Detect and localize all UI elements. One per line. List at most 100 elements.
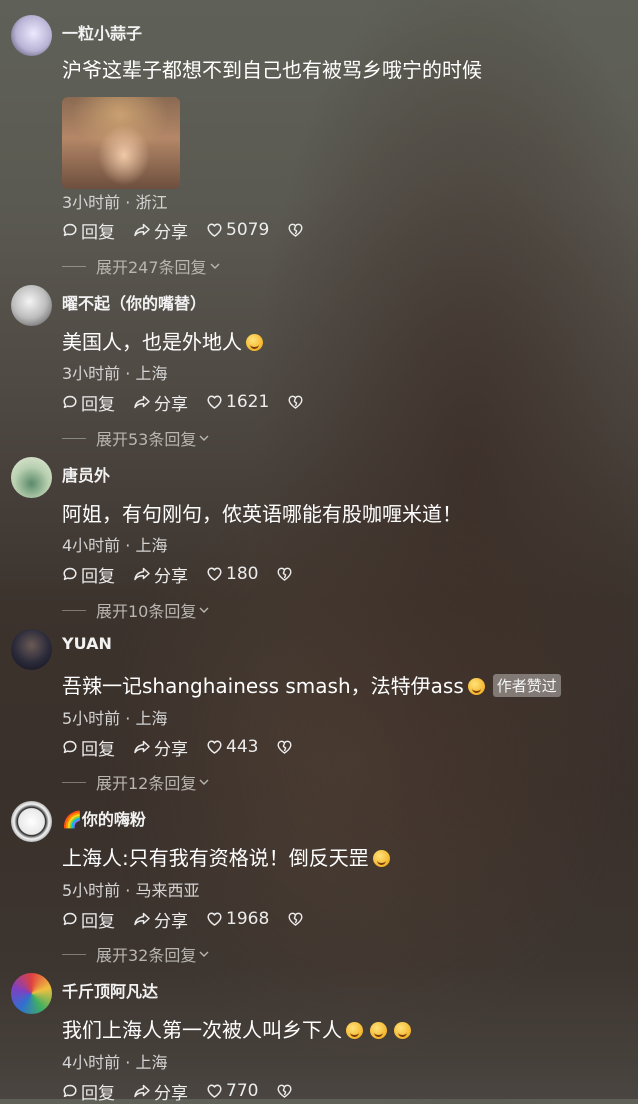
comment-text: 我们上海人第一次被人叫乡下人 xyxy=(62,1014,411,1043)
heart-icon xyxy=(207,912,222,926)
comment-text: 沪爷这辈子都想不到自己也有被骂乡哦宁的时候 xyxy=(62,58,482,82)
dislike-button[interactable] xyxy=(287,222,304,238)
username[interactable]: YUAN xyxy=(62,634,112,653)
comment-text-body: 美国人，也是外地人 xyxy=(62,330,242,354)
comment-actions: 回复 分享 1968 xyxy=(62,907,304,932)
like-button[interactable]: 5079 xyxy=(206,220,269,240)
share-label: 分享 xyxy=(154,394,188,415)
reply-button[interactable]: 回复 xyxy=(62,218,115,243)
share-icon xyxy=(134,567,150,581)
share-button[interactable]: 分享 xyxy=(133,390,188,415)
chevron-down-icon xyxy=(199,435,209,441)
reply-icon xyxy=(63,740,77,754)
dislike-button[interactable] xyxy=(276,739,293,755)
reply-label: 回复 xyxy=(81,911,115,932)
expand-replies[interactable]: 展开12条回复 xyxy=(62,770,210,794)
like-button[interactable]: 1968 xyxy=(206,909,269,929)
share-icon xyxy=(134,223,150,237)
author-liked-badge: 作者赞过 xyxy=(492,674,561,697)
reply-label: 回复 xyxy=(81,394,115,415)
username[interactable]: 千斤顶阿凡达 xyxy=(62,978,158,1002)
share-label: 分享 xyxy=(154,566,188,587)
comment-image[interactable] xyxy=(62,97,180,189)
expand-replies[interactable]: 展开53条回复 xyxy=(62,426,210,450)
heart-icon xyxy=(207,567,222,581)
chevron-down-icon xyxy=(199,951,209,957)
comment-text: 吾辣一记shanghainess smash，法特伊ass 作者赞过 xyxy=(62,670,561,699)
reply-button[interactable]: 回复 xyxy=(62,907,115,932)
divider-line xyxy=(62,265,86,267)
dislike-button[interactable] xyxy=(276,566,293,582)
share-label: 分享 xyxy=(154,1083,188,1104)
avatar[interactable] xyxy=(11,15,52,56)
like-button[interactable]: 180 xyxy=(206,564,258,584)
comment-actions: 回复 分享 1621 xyxy=(62,390,304,415)
comment-meta: 4小时前 · 上海 xyxy=(62,1053,168,1072)
share-label: 分享 xyxy=(154,911,188,932)
comment-text-body: 吾辣一记shanghainess smash，法特伊ass xyxy=(62,674,464,698)
like-count: 1968 xyxy=(226,909,270,929)
smile-emoji xyxy=(372,850,390,867)
laughing-emoji xyxy=(346,1022,363,1039)
expand-replies-label: 展开32条回复 xyxy=(96,946,197,965)
share-label: 分享 xyxy=(154,222,188,243)
comment-meta: 5小时前 · 上海 xyxy=(62,709,168,728)
avatar[interactable] xyxy=(11,285,52,326)
comment-meta: 4小时前 · 上海 xyxy=(62,536,168,555)
comment-text-body: 上海人:只有我有资格说！倒反天罡 xyxy=(62,846,369,870)
share-button[interactable]: 分享 xyxy=(133,907,188,932)
avatar[interactable] xyxy=(11,457,52,498)
like-count: 180 xyxy=(226,564,259,584)
divider-line xyxy=(62,437,86,439)
reply-icon xyxy=(63,395,77,409)
expand-replies[interactable]: 展开32条回复 xyxy=(62,942,210,966)
heart-icon xyxy=(207,223,222,237)
reply-button[interactable]: 回复 xyxy=(62,1079,115,1104)
username[interactable]: 曜不起（你的嘴替） xyxy=(62,290,206,314)
share-label: 分享 xyxy=(154,739,188,760)
comment-text: 美国人，也是外地人 xyxy=(62,326,263,355)
reply-icon xyxy=(63,912,77,926)
dislike-button[interactable] xyxy=(276,1083,293,1099)
broken-heart-icon xyxy=(288,912,303,926)
like-button[interactable]: 770 xyxy=(206,1081,258,1101)
expand-replies[interactable]: 展开247条回复 xyxy=(62,254,221,278)
like-button[interactable]: 443 xyxy=(206,737,258,757)
avatar[interactable] xyxy=(11,629,52,670)
chevron-down-icon xyxy=(210,263,220,269)
reply-icon xyxy=(63,1084,77,1098)
share-button[interactable]: 分享 xyxy=(133,735,188,760)
comment-text: 阿姐，有句刚句，侬英语哪能有股咖喱米道！ xyxy=(62,502,462,526)
expand-replies[interactable]: 展开10条回复 xyxy=(62,598,210,622)
like-button[interactable]: 1621 xyxy=(206,392,269,412)
comment-text-body: 我们上海人第一次被人叫乡下人 xyxy=(62,1018,342,1042)
broken-heart-icon xyxy=(277,1084,292,1098)
avatar[interactable] xyxy=(11,801,52,842)
dislike-button[interactable] xyxy=(287,911,304,927)
username[interactable]: 🌈你的嗨粉 xyxy=(62,806,146,830)
comment-actions: 回复 分享 5079 xyxy=(62,218,304,243)
reply-button[interactable]: 回复 xyxy=(62,562,115,587)
comment-actions: 回复 分享 443 xyxy=(62,735,293,760)
share-button[interactable]: 分享 xyxy=(133,218,188,243)
expand-replies-label: 展开12条回复 xyxy=(96,774,197,793)
username[interactable]: 唐员外 xyxy=(62,462,110,486)
share-button[interactable]: 分享 xyxy=(133,562,188,587)
laughing-emoji xyxy=(370,1022,387,1039)
username[interactable]: 一粒小蒜子 xyxy=(62,20,142,44)
reply-icon xyxy=(63,223,77,237)
dislike-button[interactable] xyxy=(287,394,304,410)
reply-icon xyxy=(63,567,77,581)
comment-actions: 回复 分享 180 xyxy=(62,562,293,587)
reply-label: 回复 xyxy=(81,739,115,760)
share-button[interactable]: 分享 xyxy=(133,1079,188,1104)
reply-button[interactable]: 回复 xyxy=(62,390,115,415)
like-count: 1621 xyxy=(226,392,270,412)
broken-heart-icon xyxy=(277,567,292,581)
like-count: 5079 xyxy=(226,220,270,240)
divider-line xyxy=(62,953,86,955)
reply-label: 回复 xyxy=(81,566,115,587)
divider-line xyxy=(62,609,86,611)
reply-button[interactable]: 回复 xyxy=(62,735,115,760)
avatar[interactable] xyxy=(11,973,52,1014)
